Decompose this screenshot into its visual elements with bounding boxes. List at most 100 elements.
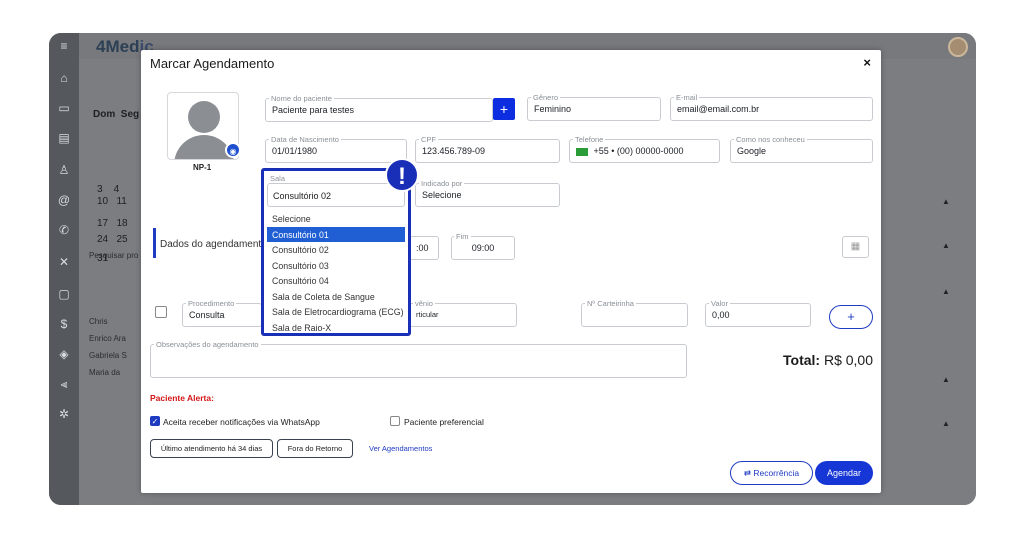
room-options: Selecione Consultório 01 Consultório 02 … (267, 211, 405, 335)
field-label: Nome do paciente (269, 94, 334, 103)
phone-icon[interactable]: ✆ (57, 223, 71, 237)
field-value: 09:00 (471, 243, 495, 253)
field-value: 0,00 (712, 310, 730, 320)
cpf-field[interactable]: CPF 123.456.789-09 (415, 135, 560, 163)
room-option[interactable]: Sala de Raio-X (267, 320, 405, 336)
avatar[interactable] (948, 37, 968, 57)
room-option[interactable]: Consultório 04 (267, 273, 405, 289)
field-value: :00 (416, 243, 429, 253)
list-item[interactable]: Gabriela S (89, 351, 127, 360)
field-label: Sala (268, 174, 288, 183)
schedule-dialog: Marcar Agendamento × ◉ NP-1 Nome do paci… (141, 50, 881, 493)
whatsapp-checkbox[interactable]: ✓ (150, 416, 160, 426)
field-value: 123.456.789-09 (422, 146, 486, 156)
field-value: 01/01/1980 (272, 146, 318, 156)
add-procedure-button[interactable]: + (829, 305, 873, 329)
field-label: Data de Nascimento (269, 135, 341, 144)
insurance-field[interactable]: vênio rticular (409, 299, 517, 327)
field-label: Telefone (573, 135, 606, 144)
phone-field[interactable]: Telefone +55 • (00) 00000-0000 (569, 135, 720, 163)
field-label: Valor (709, 299, 730, 308)
preferential-checkbox[interactable] (390, 416, 400, 426)
birth-date-field[interactable]: Data de Nascimento 01/01/1980 (265, 135, 407, 163)
card-number-field[interactable]: Nº Carteirinha (581, 299, 688, 327)
user-icon[interactable]: ♙ (57, 163, 71, 177)
calendar-icon[interactable]: ▭ (57, 101, 71, 115)
field-value: Consulta (189, 310, 225, 320)
room-option-selected[interactable]: Consultório 01 (267, 226, 405, 242)
field-value: rticular (416, 310, 439, 319)
alert-badge: ! (385, 158, 419, 192)
recurrence-button[interactable]: ⇄ Recorrência (730, 461, 813, 485)
home-icon[interactable]: ⌂ (57, 71, 71, 85)
lock-icon: ▲ (942, 287, 950, 296)
return-button[interactable]: Fora do Retorno (277, 439, 353, 458)
field-label: vênio (413, 299, 435, 308)
patient-name-field[interactable]: Nome do paciente Paciente para testes (265, 94, 493, 122)
email-field[interactable]: E-mail email@email.com.br (670, 93, 873, 121)
notes-field[interactable]: Observações do agendamento (150, 340, 687, 378)
sidebar: ≡ ⌂ ▭ ▤ ♙ @ ✆ ✕ ▢ $ ◈ ⫷ ✲ (49, 33, 79, 505)
inbox-icon[interactable]: ▤ (57, 131, 71, 145)
week-days: Dom Seg (93, 109, 140, 120)
avatar-head (188, 101, 220, 133)
at-icon[interactable]: @ (57, 193, 71, 207)
room-option[interactable]: Consultório 03 (267, 258, 405, 274)
mini-calendar: Dom Seg 3 4 10 11 17 18 24 25 31 (87, 73, 147, 273)
whatsapp-label: Aceita receber notificações via WhatsApp (163, 417, 320, 427)
add-patient-button[interactable]: + (493, 98, 515, 120)
field-label: Como nos conheceu (734, 135, 807, 144)
menu-icon[interactable]: ≡ (57, 39, 71, 53)
search-input[interactable]: Pesquisar pro (89, 251, 138, 260)
patient-list: Chris Enrico Ara Gabriela S Maria da (89, 317, 127, 377)
procedure-checkbox[interactable] (155, 306, 167, 318)
repeat-icon: ⇄ (743, 468, 754, 478)
field-label: Nº Carteirinha (585, 299, 636, 308)
camera-icon[interactable]: ◉ (225, 142, 241, 158)
cal-row: 10 11 (97, 196, 127, 207)
field-label: CPF (419, 135, 438, 144)
view-appointments-link[interactable]: Ver Agendamentos (369, 444, 432, 453)
field-label: E-mail (674, 93, 700, 102)
list-item[interactable]: Maria da (89, 368, 127, 377)
procedure-field[interactable]: Procedimento Consulta (182, 299, 262, 327)
lock-icon: ▲ (942, 197, 950, 206)
close-icon[interactable]: × (863, 55, 871, 70)
total-value: R$ 0,00 (823, 352, 874, 368)
room-dropdown[interactable]: Sala Consultório 02 Selecione Consultóri… (261, 168, 411, 336)
gender-field[interactable]: Gênero Feminino (527, 93, 661, 121)
recurrence-label: Recorrência (753, 468, 800, 478)
dialog-title: Marcar Agendamento (150, 56, 275, 71)
field-label: Observações do agendamento (154, 340, 261, 349)
last-visit-button[interactable]: Último atendimento há 34 dias (150, 439, 273, 458)
box-icon[interactable]: ◈ (57, 347, 71, 361)
settings-icon[interactable]: ✲ (57, 407, 71, 421)
tools-icon[interactable]: ✕ (57, 255, 71, 269)
list-item[interactable]: Chris (89, 317, 127, 326)
room-option[interactable]: Sala de Eletrocardiograma (ECG) (267, 304, 405, 320)
field-label: Gênero (531, 93, 561, 102)
field-value: Google (737, 146, 767, 156)
start-time-field[interactable]: :00 (409, 236, 439, 260)
photo-caption: NP-1 (193, 163, 212, 172)
chart-icon[interactable]: ⫷ (57, 377, 71, 391)
room-option[interactable]: Sala de Coleta de Sangue (267, 289, 405, 305)
schedule-button[interactable]: Agendar (815, 461, 873, 485)
section-marker (153, 228, 156, 258)
cal-row: 3 4 (97, 184, 120, 195)
value-field[interactable]: Valor 0,00 (705, 299, 811, 327)
equipment-icon[interactable]: ▦ (842, 236, 869, 258)
field-value: +55 • (00) 00000-0000 (593, 146, 684, 156)
field-value: email@email.com.br (677, 104, 760, 114)
room-option[interactable]: Selecione (267, 211, 405, 227)
clipboard-icon[interactable]: ▢ (57, 287, 71, 301)
source-field[interactable]: Como nos conheceu Google (730, 135, 873, 163)
end-time-field[interactable]: Fim 09:00 (451, 232, 515, 260)
room-select[interactable]: Consultório 02 (267, 183, 405, 207)
list-item[interactable]: Enrico Ara (89, 334, 127, 343)
total-label: Total: (783, 352, 821, 368)
room-option[interactable]: Consultório 02 (267, 242, 405, 258)
referred-by-field[interactable]: Indicado por Selecione (415, 179, 560, 207)
dollar-icon[interactable]: $ (57, 317, 71, 331)
lock-icon: ▲ (942, 241, 950, 250)
